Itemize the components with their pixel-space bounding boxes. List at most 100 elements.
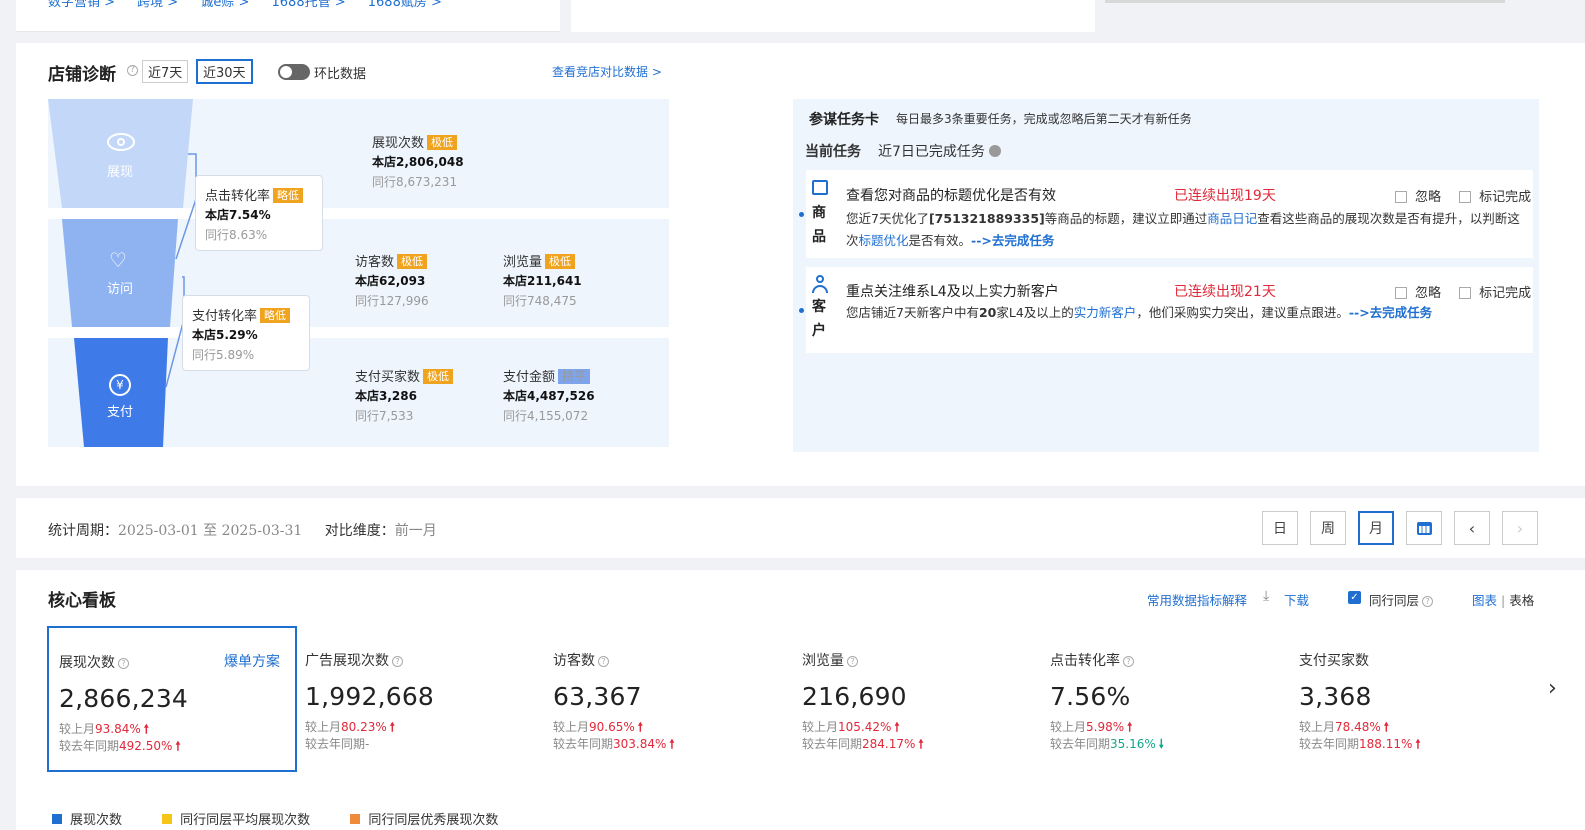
kpi-card-impressions[interactable]: 展现次数? 2,866,234 较上月93.84% 🠕 较去年同期492.50% 🠕 — [47, 626, 297, 772]
current-task-label: 当前任务 — [805, 144, 861, 160]
legend-item[interactable]: 展现次数 — [70, 813, 122, 828]
completed-tasks-link[interactable]: 近7日已完成任务 — [878, 141, 1002, 161]
strong-customer-link[interactable]: 实力新客户 — [1074, 305, 1137, 320]
pcr-store: 本店5.29% — [192, 328, 258, 342]
status-badge: 极低 — [545, 254, 576, 269]
top-right-shadow — [1105, 0, 1505, 3]
download-link[interactable]: 下载 — [1284, 590, 1309, 609]
pcr-peer: 同行5.89% — [192, 348, 255, 362]
legend-item[interactable]: 同行同层优秀展现次数 — [368, 813, 498, 828]
tab-30days[interactable]: 近30天 — [196, 59, 253, 84]
arrow-up-icon: 🠕 — [894, 720, 900, 734]
month-button[interactable]: 月 — [1358, 511, 1394, 545]
table-view-link[interactable]: 表格 — [1509, 593, 1534, 608]
top-nav-item[interactable]: 1688赋房 > — [368, 0, 442, 10]
views-peer: 同行748,475 — [503, 294, 577, 308]
peer-label: 同行同层? — [1369, 590, 1434, 609]
metric-amount: 支付金额 持平 本店4,487,526 同行4,155,072 — [503, 366, 595, 424]
chevron-right-icon: › — [1548, 676, 1557, 701]
chart-view-link[interactable]: 图表 — [1472, 593, 1497, 608]
arrow-up-icon: 🠕 — [175, 739, 181, 753]
info-icon — [989, 145, 1002, 157]
top-card-right — [571, 0, 1095, 32]
help-icon[interactable]: ? — [118, 658, 129, 669]
kpi-value: 7.56% — [1050, 682, 1131, 711]
legend-item[interactable]: 同行同层平均展现次数 — [180, 813, 310, 828]
legend-swatch — [52, 814, 62, 824]
mark-done-checkbox[interactable] — [1459, 191, 1472, 203]
visitors-peer: 同行127,996 — [355, 294, 429, 308]
week-button[interactable]: 周 — [1310, 511, 1346, 545]
chevron-left-icon: ‹ — [1468, 518, 1476, 538]
kpi-card-views[interactable]: 浏览量? 216,690 较上月105.42% 🠕 较去年同期284.17% 🠕 — [792, 626, 1042, 772]
day-button[interactable]: 日 — [1262, 511, 1298, 545]
compare-value: 前一月 — [394, 523, 437, 539]
next-button[interactable]: › — [1502, 511, 1538, 545]
kpi-card-ad-impressions[interactable]: 广告展现次数? 1,992,668 较上月80.23% 🠕 较去年同期- — [295, 626, 545, 772]
ignore-checkbox[interactable] — [1395, 191, 1407, 203]
buyers-peer: 同行7,533 — [355, 409, 414, 423]
competitor-compare-link[interactable]: 查看竞店对比数据 > — [552, 63, 662, 80]
arrow-up-icon: 🠕 — [1415, 737, 1421, 751]
status-badge: 略低 — [273, 188, 304, 203]
mark-done-checkbox[interactable] — [1459, 287, 1472, 299]
calendar-button[interactable] — [1406, 511, 1442, 545]
help-icon[interactable]: ? — [847, 656, 858, 667]
diag-title: 店铺诊断 — [48, 65, 116, 85]
go-complete-link[interactable]: -->去完成任务 — [1349, 305, 1432, 320]
tab-7days[interactable]: 近7天 — [142, 60, 189, 83]
prev-button[interactable]: ‹ — [1454, 511, 1490, 545]
toggle-knob — [280, 66, 292, 78]
visitors-store: 本店62,093 — [355, 274, 426, 288]
impressions-peer: 同行8,673,231 — [372, 175, 458, 189]
chart-legend: 展现次数 同行同层平均展现次数 同行同层优秀展现次数 — [52, 809, 498, 828]
peer-checkbox[interactable]: ✓ — [1348, 591, 1361, 604]
title-optimize-link[interactable]: 标题优化 — [859, 233, 909, 248]
amount-peer: 同行4,155,072 — [503, 409, 589, 423]
kpi-next-button[interactable]: › — [1548, 676, 1557, 701]
top-nav-item[interactable]: 诚e赊 > — [200, 0, 249, 10]
metric-explain-link[interactable]: 常用数据指标解释 — [1147, 590, 1247, 609]
download-icon[interactable]: ⤓ — [1263, 588, 1269, 604]
arrow-up-icon: 🠕 — [669, 737, 675, 751]
buyers-store: 本店3,286 — [355, 389, 417, 403]
help-icon[interactable]: ? — [392, 656, 403, 667]
help-icon[interactable]: ? — [1422, 596, 1434, 607]
kpi-card-buyers[interactable]: 支付买家数 3,368 较上月78.48% 🠕 较去年同期188.11% 🠕 — [1289, 626, 1539, 772]
view-switch: 图表 | 表格 — [1472, 590, 1534, 609]
status-badge: 极低 — [423, 369, 454, 384]
amount-label: 支付金额 — [503, 370, 556, 385]
top-nav-item[interactable]: 1688托管 > — [272, 0, 346, 10]
funnel-stage-visit — [62, 219, 178, 327]
task-goods-title: 查看您对商品的标题优化是否有效 — [846, 188, 1056, 204]
kpi-value: 1,992,668 — [305, 682, 435, 711]
arrow-up-icon: 🠕 — [389, 720, 395, 734]
top-nav-item[interactable]: 数字营销 > — [48, 0, 115, 10]
kpi-value: 2,866,234 — [59, 684, 189, 713]
task-subtitle: 每日最多3条重要任务，完成或忽略后第二天才有新任务 — [896, 112, 1192, 126]
help-icon[interactable]: ? — [1123, 656, 1134, 667]
help-icon[interactable]: ? — [598, 656, 609, 667]
task-category-goods: 商品 — [812, 205, 826, 245]
view-separator: | — [1501, 593, 1506, 608]
amount-store: 本店4,487,526 — [503, 389, 595, 403]
eye-icon — [107, 133, 135, 151]
compare-toggle[interactable] — [278, 64, 310, 80]
kpi-card-ctr[interactable]: 点击转化率? 7.56% 较上月5.98% 🠕 较去年同期35.16% 🠗 — [1040, 626, 1290, 772]
kpi-card-visitors[interactable]: 访客数? 63,367 较上月90.65% 🠕 较去年同期303.84% 🠕 — [543, 626, 793, 772]
boost-plan-link[interactable]: 爆单方案 — [224, 651, 280, 671]
help-icon[interactable]: ? — [127, 65, 138, 76]
product-diary-link[interactable]: 商品日记 — [1207, 211, 1257, 226]
user-icon — [812, 275, 828, 293]
funnel-label-visit: 访问 — [107, 282, 134, 297]
kpi-value: 63,367 — [553, 682, 642, 711]
status-badge: 极低 — [427, 135, 458, 150]
chevron-right-icon: › — [1516, 518, 1524, 538]
top-nav-item[interactable]: 跨境 > — [137, 0, 178, 10]
task-customer-actions: 忽略 标记完成 — [1395, 282, 1531, 301]
arrow-up-icon: 🠕 — [1127, 720, 1133, 734]
ignore-checkbox[interactable] — [1395, 287, 1407, 299]
board-title: 核心看板 — [48, 591, 116, 611]
heart-icon: ♡ — [109, 248, 127, 272]
go-complete-link[interactable]: -->去完成任务 — [971, 233, 1054, 248]
